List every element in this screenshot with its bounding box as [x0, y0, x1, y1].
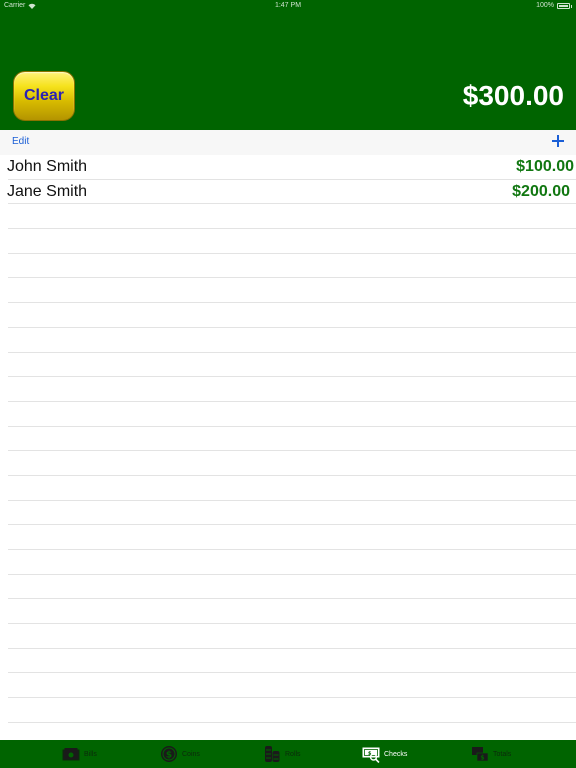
- check-name: Jane Smith: [7, 182, 88, 200]
- list-item[interactable]: John Smith $100.00: [7, 155, 576, 180]
- rolls-icon: [265, 746, 280, 762]
- tab-rolls[interactable]: Rolls: [263, 744, 301, 764]
- empty-row: [8, 204, 576, 230]
- empty-row: [8, 451, 576, 476]
- tab-coins[interactable]: $ Coins: [160, 744, 200, 764]
- empty-row: [8, 353, 576, 378]
- empty-row: [8, 550, 576, 575]
- tab-label: Totals: [493, 750, 512, 758]
- svg-text:$: $: [166, 751, 172, 761]
- check-name: John Smith: [7, 158, 88, 175]
- battery-icon: [557, 3, 570, 9]
- list-toolbar: Edit: [0, 130, 576, 155]
- edit-button[interactable]: Edit: [12, 136, 29, 147]
- tab-label: Rolls: [285, 750, 301, 758]
- tab-checks[interactable]: $ Checks: [362, 744, 407, 764]
- empty-row: [8, 599, 576, 625]
- status-bar: Carrier 1:47 PM 100%: [0, 0, 576, 12]
- empty-row: [8, 698, 576, 723]
- checks-list: John Smith $100.00 Jane Smith $200.00: [0, 155, 576, 740]
- tab-label: Coins: [182, 750, 200, 758]
- check-amount: $200.00: [512, 182, 570, 200]
- empty-row: [8, 575, 576, 600]
- battery-percent: 100%: [536, 2, 554, 9]
- header-bar: Carrier 1:47 PM 100% Clear $300.00: [0, 0, 576, 130]
- empty-row: [8, 649, 576, 674]
- coins-icon: $: [161, 746, 177, 762]
- empty-row: [8, 402, 576, 427]
- empty-row: [8, 254, 576, 279]
- bills-icon: [62, 748, 80, 761]
- clear-button[interactable]: Clear: [13, 71, 75, 121]
- empty-row: [8, 723, 576, 740]
- tab-bills[interactable]: Bills: [62, 744, 97, 764]
- empty-row: [8, 278, 576, 304]
- plus-icon[interactable]: [550, 133, 566, 149]
- empty-row: [8, 624, 576, 649]
- svg-text:$: $: [480, 755, 484, 762]
- status-time: 1:47 PM: [274, 2, 302, 9]
- tab-label: Bills: [84, 750, 97, 758]
- tab-totals[interactable]: $ Totals: [471, 744, 511, 764]
- tab-bar: Bills $ Coins Rolls $ Checks $ Totals: [0, 740, 576, 768]
- checks-icon: $: [362, 747, 380, 763]
- totals-icon: $: [472, 747, 489, 762]
- check-amount: $100.00: [516, 158, 574, 175]
- empty-row: [8, 303, 576, 328]
- empty-row: [8, 377, 576, 402]
- tab-label: Checks: [384, 750, 408, 758]
- list-item[interactable]: Jane Smith $200.00: [7, 180, 576, 205]
- empty-row: [8, 525, 576, 550]
- empty-row: [8, 501, 576, 526]
- empty-row: [8, 427, 576, 452]
- empty-row: [8, 476, 576, 501]
- grand-total: $300.00: [462, 80, 564, 111]
- empty-row: [8, 229, 576, 254]
- empty-row: [8, 328, 576, 353]
- empty-row: [8, 673, 576, 699]
